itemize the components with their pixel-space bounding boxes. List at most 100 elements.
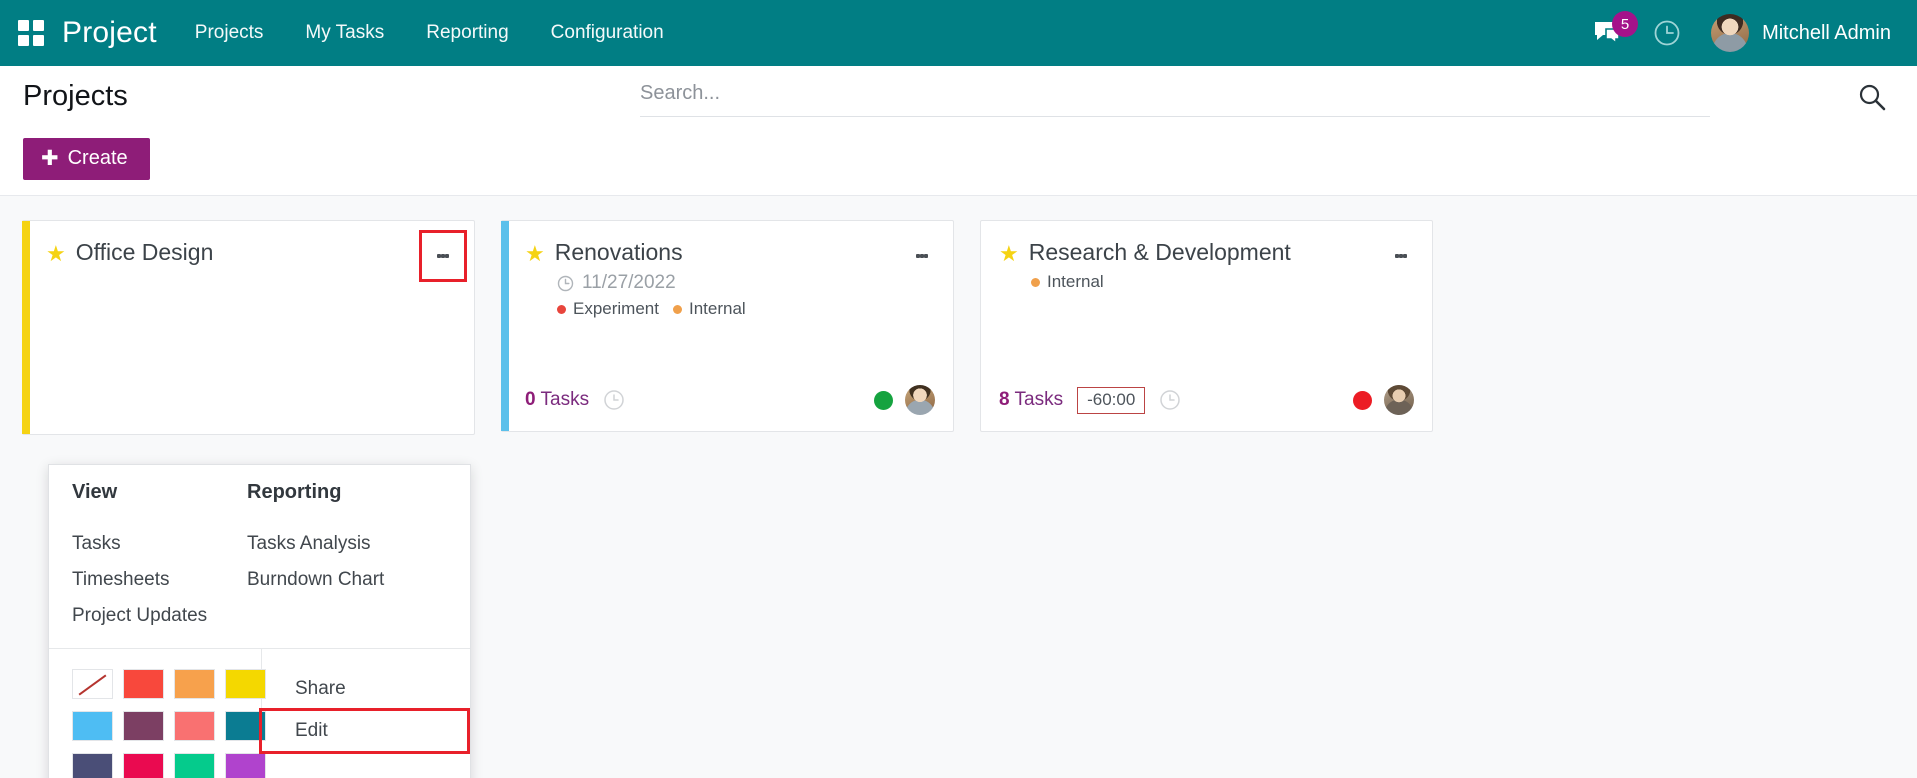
color-swatch-fuchsia[interactable]	[123, 753, 164, 778]
card-task-count-number: 8	[999, 389, 1010, 410]
color-swatch-dark-blue[interactable]	[72, 753, 113, 778]
card-task-count[interactable]: 0 Tasks	[525, 389, 589, 411]
card-title-row: ★ Office Design	[46, 239, 458, 266]
kanban-card-research-development[interactable]: ★ Research & Development Internal 8 Task…	[980, 220, 1433, 432]
favorite-star-icon[interactable]: ★	[525, 243, 545, 265]
card-task-count[interactable]: 8 Tasks	[999, 389, 1063, 411]
color-swatch-green[interactable]	[174, 753, 215, 778]
card-color-strip	[22, 221, 30, 434]
search-input[interactable]	[640, 82, 1620, 105]
messages-button[interactable]: 5	[1593, 20, 1623, 46]
card-title[interactable]: Research & Development	[1029, 239, 1291, 266]
card-task-count-label: Tasks	[541, 389, 590, 410]
color-swatch-light-blue[interactable]	[72, 711, 113, 741]
menu-item-edit[interactable]: Edit	[262, 711, 467, 751]
navbar-right-tools: 5 Mitchell Admin	[1593, 14, 1891, 52]
menu-item-tasks[interactable]: Tasks	[72, 526, 245, 562]
card-subinfo: 11/27/2022 Experiment Internal	[525, 272, 937, 319]
nav-item-configuration[interactable]: Configuration	[549, 16, 666, 50]
color-swatch-salmon-pink[interactable]	[174, 711, 215, 741]
menu-heading-reporting: Reporting	[247, 481, 441, 504]
card-subinfo: Internal	[999, 272, 1416, 292]
messages-badge: 5	[1612, 11, 1638, 37]
card-deadline-date: 11/27/2022	[582, 272, 676, 294]
card-title-row: ★ Research & Development	[999, 239, 1416, 266]
card-body: ★ Research & Development Internal	[981, 221, 1432, 385]
user-menu[interactable]: Mitchell Admin	[1711, 14, 1891, 52]
card-time-badge[interactable]: -60:00	[1077, 387, 1145, 414]
card-menu-button[interactable]	[1380, 233, 1422, 279]
kanban-view: ★ Office Design ★ Renovations	[0, 196, 1917, 778]
card-tag-experiment[interactable]: Experiment	[557, 299, 659, 319]
dot	[445, 254, 449, 258]
user-name-label: Mitchell Admin	[1762, 22, 1891, 45]
clock-icon	[557, 275, 574, 292]
nav-item-my-tasks[interactable]: My Tasks	[303, 16, 386, 50]
color-swatch-medium-blue[interactable]	[225, 711, 266, 741]
tag-dot	[673, 305, 682, 314]
favorite-star-icon[interactable]: ★	[46, 243, 66, 265]
card-task-count-number: 0	[525, 389, 536, 410]
card-menu-button[interactable]	[422, 233, 464, 279]
main-nav: Projects My Tasks Reporting Configuratio…	[193, 16, 666, 50]
color-swatch-yellow[interactable]	[225, 669, 266, 699]
card-tags: Internal	[1031, 272, 1416, 292]
top-navbar: Project Projects My Tasks Reporting Conf…	[0, 0, 1917, 66]
color-swatch-dark-purple[interactable]	[123, 711, 164, 741]
create-button-label: Create	[68, 147, 128, 170]
card-title-row: ★ Renovations	[525, 239, 937, 266]
kanban-card-renovations[interactable]: ★ Renovations 11/27/2022 Experiment	[501, 220, 954, 432]
card-status-dot[interactable]	[874, 391, 893, 410]
timesheet-clock-icon[interactable]	[1159, 389, 1181, 411]
tag-label: Internal	[689, 299, 746, 319]
menu-column-view: View Tasks Timesheets Project Updates	[49, 481, 245, 634]
card-body: ★ Renovations 11/27/2022 Experiment	[501, 221, 953, 385]
card-title[interactable]: Office Design	[76, 239, 214, 266]
card-assignee-avatar[interactable]	[905, 385, 935, 415]
apps-grid-icon[interactable]	[18, 20, 44, 46]
dot	[924, 254, 928, 258]
card-assignee-avatar[interactable]	[1384, 385, 1414, 415]
card-footer: 0 Tasks	[501, 385, 953, 431]
card-title[interactable]: Renovations	[555, 239, 683, 266]
create-button[interactable]: ✚ Create	[23, 138, 150, 180]
card-status-dot[interactable]	[1353, 391, 1372, 410]
control-panel-bottom-row: ✚ Create	[0, 128, 1917, 194]
menu-column-reporting: Reporting Tasks Analysis Burndown Chart	[245, 481, 441, 634]
card-tags: Experiment Internal	[557, 299, 937, 319]
timesheet-clock-icon[interactable]	[603, 389, 625, 411]
tag-dot	[1031, 278, 1040, 287]
nav-item-reporting[interactable]: Reporting	[424, 16, 510, 50]
menu-item-burndown-chart[interactable]: Burndown Chart	[247, 562, 441, 598]
card-task-count-label: Tasks	[1015, 389, 1064, 410]
card-footer-right	[1353, 385, 1414, 415]
menu-item-project-updates[interactable]: Project Updates	[72, 598, 245, 634]
menu-actions: Share Edit	[262, 649, 470, 778]
menu-item-tasks-analysis[interactable]: Tasks Analysis	[247, 526, 441, 562]
color-picker	[49, 649, 262, 778]
menu-item-timesheets[interactable]: Timesheets	[72, 562, 245, 598]
search-zone	[640, 66, 1917, 117]
color-swatch-grid	[72, 669, 261, 778]
dot	[1403, 254, 1407, 258]
avatar	[1711, 14, 1749, 52]
menu-heading-view: View	[72, 481, 245, 504]
menu-item-share[interactable]: Share	[262, 669, 470, 709]
nav-item-projects[interactable]: Projects	[193, 16, 266, 50]
control-panel-top-row: Projects	[0, 66, 1917, 128]
card-body: ★ Office Design	[22, 221, 474, 434]
card-menu-button[interactable]	[901, 233, 943, 279]
card-tag-internal[interactable]: Internal	[1031, 272, 1104, 292]
color-swatch-red[interactable]	[123, 669, 164, 699]
app-brand-title[interactable]: Project	[62, 16, 157, 50]
color-swatch-no-color[interactable]	[72, 669, 113, 699]
card-footer: 8 Tasks -60:00	[981, 385, 1432, 431]
color-swatch-purple[interactable]	[225, 753, 266, 778]
activity-clock-icon[interactable]	[1653, 19, 1681, 47]
favorite-star-icon[interactable]: ★	[999, 243, 1019, 265]
card-tag-internal[interactable]: Internal	[673, 299, 746, 319]
kanban-card-office-design[interactable]: ★ Office Design	[22, 220, 475, 435]
color-swatch-orange[interactable]	[174, 669, 215, 699]
search-icon[interactable]	[1857, 82, 1887, 112]
plus-icon: ✚	[41, 148, 59, 169]
